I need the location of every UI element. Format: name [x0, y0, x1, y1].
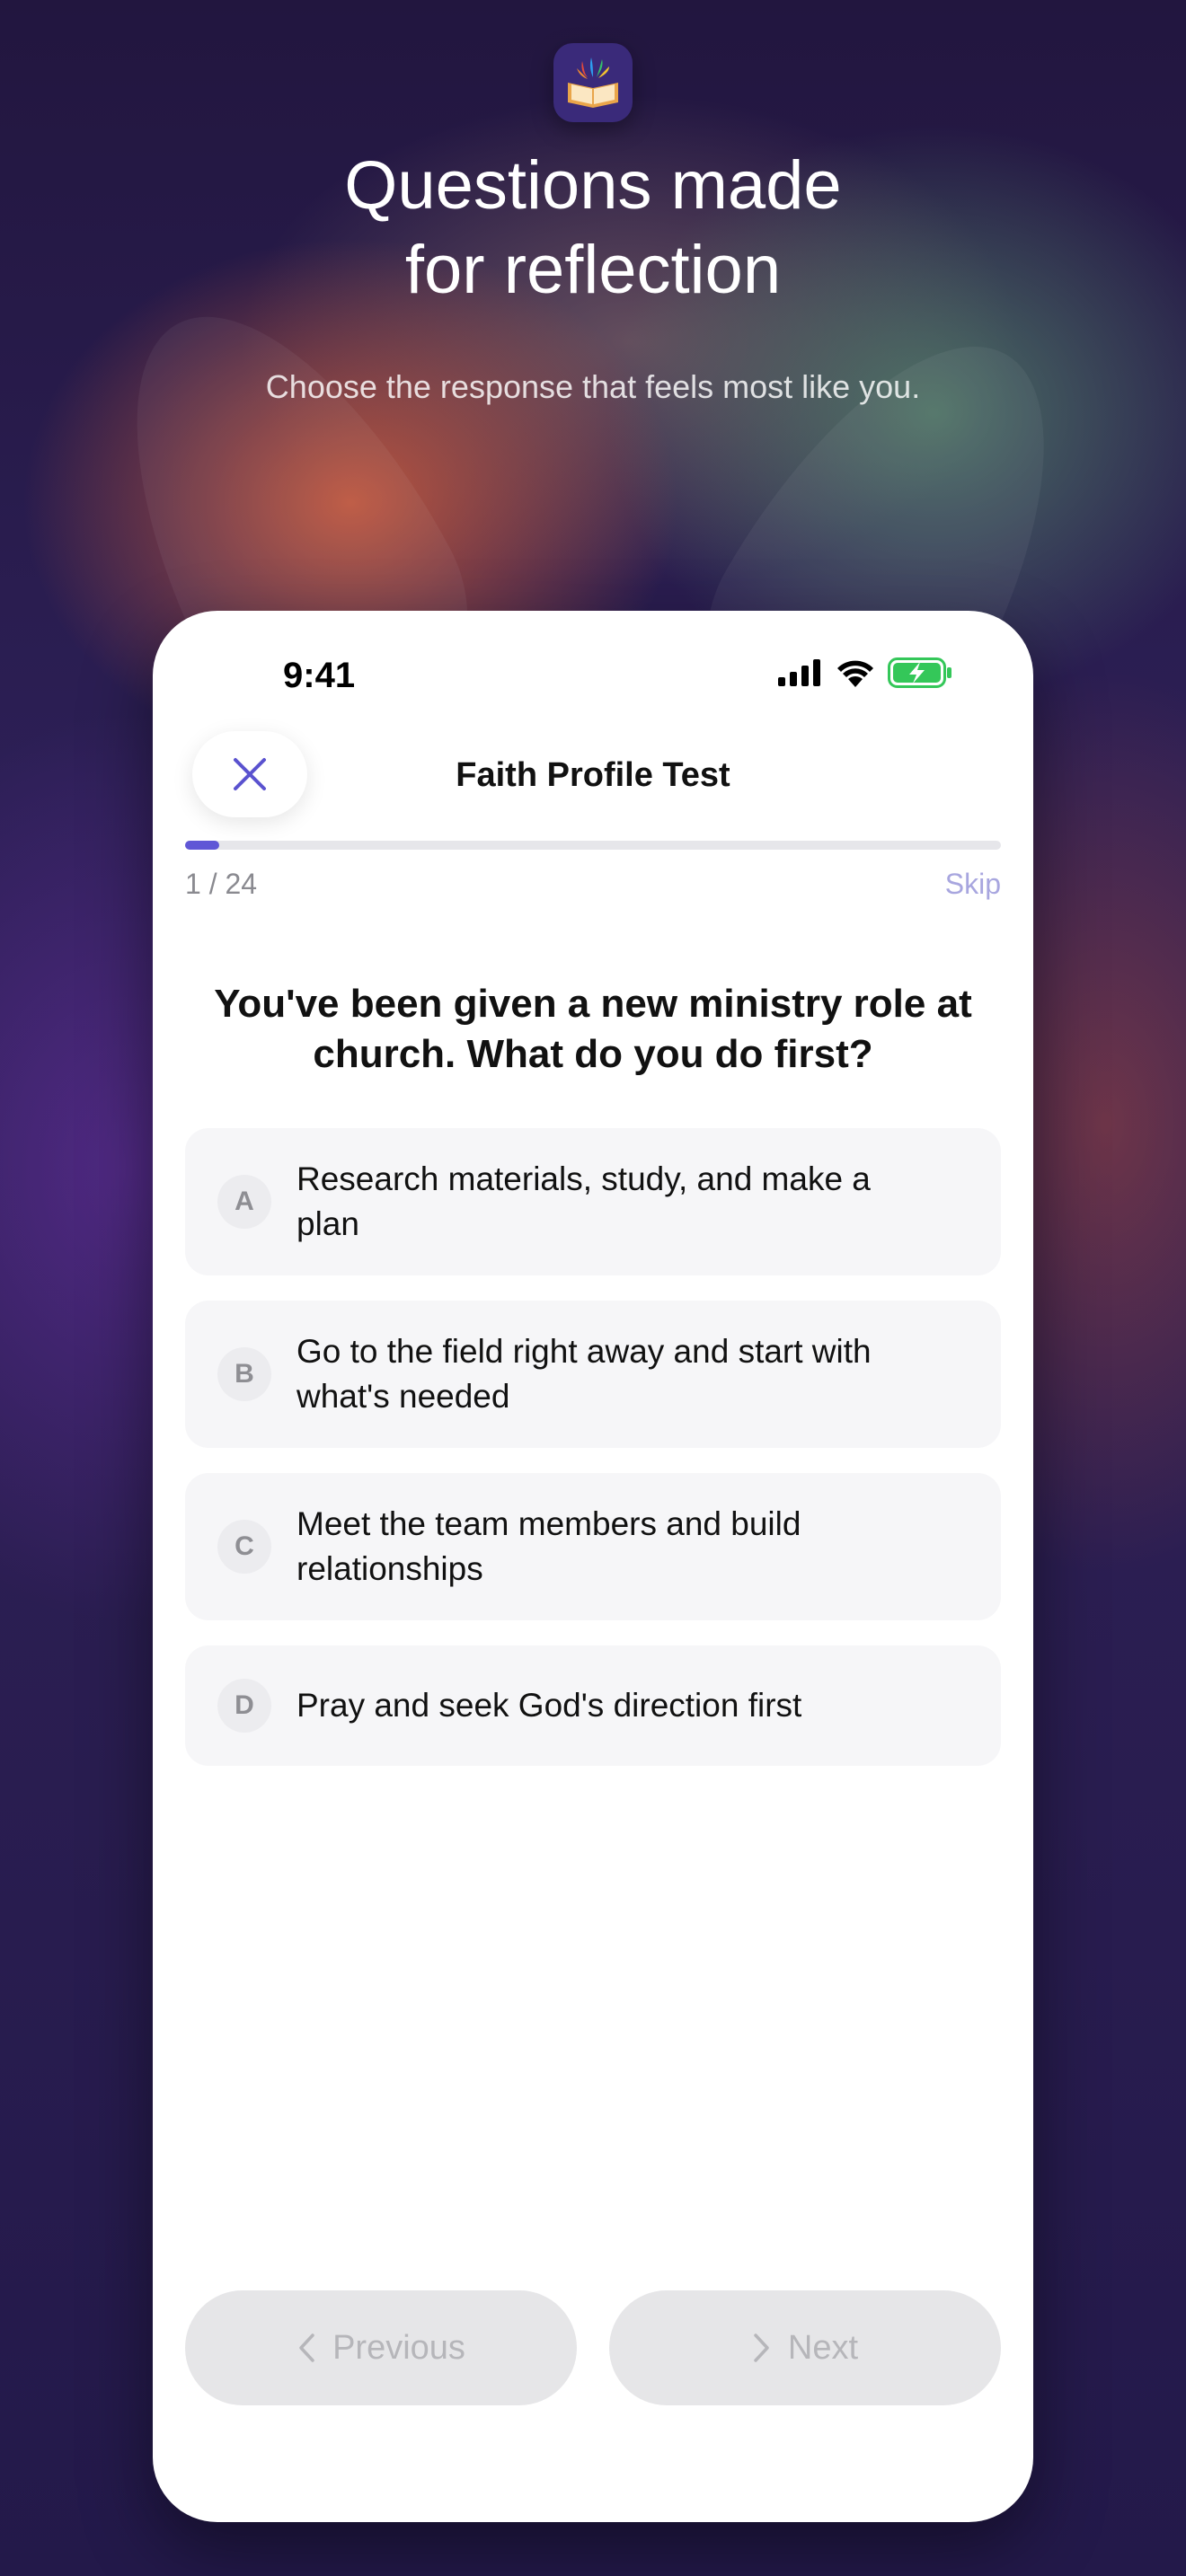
previous-button-label: Previous [332, 2328, 465, 2367]
status-bar: 9:41 [153, 611, 1033, 728]
next-button-label: Next [787, 2328, 859, 2367]
chevron-right-icon [754, 2333, 769, 2362]
option-a[interactable]: A Research materials, study, and make a … [185, 1128, 1001, 1275]
battery-charging-icon [888, 657, 951, 688]
option-text: Go to the field right away and start wit… [296, 1333, 872, 1415]
hero-title-line2: for reflection [404, 232, 782, 308]
test-header: Faith Profile Test [153, 728, 1033, 853]
skip-button[interactable]: Skip [945, 868, 1001, 901]
option-c[interactable]: C Meet the team members and build relati… [185, 1473, 1001, 1620]
option-text: Pray and seek God's direction first [296, 1687, 802, 1724]
answer-options: A Research materials, study, and make a … [185, 1128, 1001, 1791]
option-text: Research materials, study, and make a pl… [296, 1160, 871, 1242]
question-text: You've been given a new ministry role at… [214, 982, 972, 1076]
option-letter-badge: A [217, 1175, 271, 1229]
chevron-left-icon [299, 2333, 314, 2362]
progress-bar-fill [185, 841, 219, 850]
option-d[interactable]: D Pray and seek God's direction first [185, 1645, 1001, 1766]
progress-bar [185, 841, 1001, 850]
previous-button[interactable]: Previous [185, 2290, 577, 2405]
option-text: Meet the team members and build relation… [296, 1505, 801, 1587]
next-button[interactable]: Next [609, 2290, 1001, 2405]
option-letter-badge: C [217, 1520, 271, 1574]
cellular-signal-icon [778, 659, 820, 686]
progress-count: 1 / 24 [185, 868, 258, 900]
hero-title: Questions made for reflection [0, 144, 1186, 313]
app-logo-icon [553, 43, 633, 122]
hero-title-line1: Questions made [344, 147, 842, 224]
option-letter-badge: D [217, 1679, 271, 1733]
option-b[interactable]: B Go to the field right away and start w… [185, 1301, 1001, 1448]
page-title: Faith Profile Test [456, 756, 730, 794]
option-letter-badge: B [217, 1347, 271, 1401]
phone-screen: 9:41 Faith Profile Test 1 / 24 Skip You'… [153, 611, 1033, 2522]
wifi-icon [837, 660, 873, 687]
status-time: 9:41 [283, 656, 356, 695]
hero-subtitle: Choose the response that feels most like… [265, 368, 921, 405]
status-icons [778, 657, 952, 688]
